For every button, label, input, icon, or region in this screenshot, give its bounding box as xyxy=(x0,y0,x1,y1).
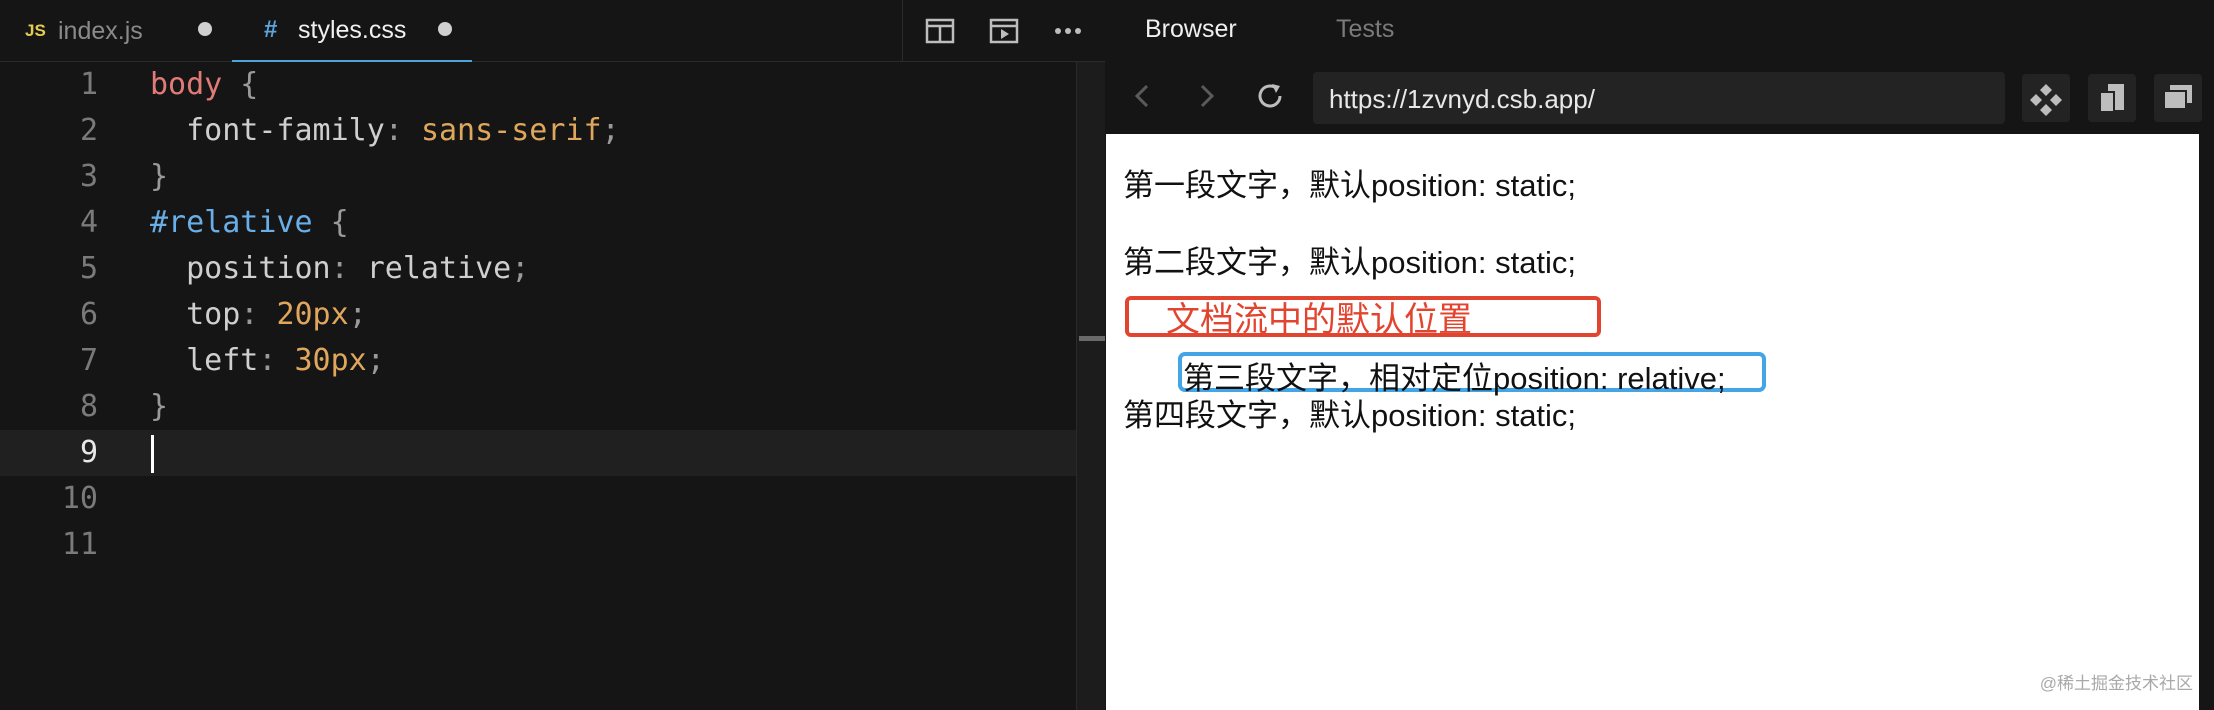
url-bar[interactable]: https://1zvnyd.csb.app/ xyxy=(1313,72,2005,124)
forward-icon[interactable] xyxy=(1188,78,1224,114)
refresh-icon[interactable] xyxy=(1252,78,1288,114)
code-text: } xyxy=(150,389,169,424)
browser-viewport: 第一段文字，默认position: static; 第二段文字，默认positi… xyxy=(1106,134,2199,710)
new-window-icon[interactable] xyxy=(2154,74,2202,122)
tab-browser[interactable]: Browser xyxy=(1145,15,1237,44)
code-line: 7 left: 30px; xyxy=(0,338,1076,384)
js-file-icon: JS xyxy=(25,21,46,40)
code-line: 8 } xyxy=(0,384,1076,430)
unsaved-dot-icon[interactable] xyxy=(438,22,452,36)
line-number: 2 xyxy=(79,113,98,148)
tab-tests[interactable]: Tests xyxy=(1336,15,1394,44)
code-line: 11 xyxy=(0,522,1076,568)
css-file-icon: # xyxy=(264,16,278,43)
text-cursor xyxy=(151,435,154,473)
divider xyxy=(902,0,903,62)
active-code-line[interactable]: 9 xyxy=(0,430,1076,476)
code-line: 3 } xyxy=(0,154,1076,200)
more-icon[interactable] xyxy=(1052,15,1084,47)
devtools-icon[interactable] xyxy=(2022,74,2070,122)
editor-tab-bar: JS index.js # styles.css xyxy=(0,0,1105,62)
code-text: left: 30px; xyxy=(150,343,385,378)
code-text: font-family: sans-serif; xyxy=(150,113,620,148)
code-line: 5 position: relative; xyxy=(0,246,1076,292)
line-number: 5 xyxy=(79,251,98,286)
split-view-icon[interactable] xyxy=(924,15,956,47)
copy-icon[interactable] xyxy=(2088,74,2136,122)
line-number: 11 xyxy=(61,527,98,562)
code-area[interactable]: 1 body { 2 font-family: sans-serif; 3 } … xyxy=(0,62,1105,710)
preview-icon[interactable] xyxy=(988,15,1020,47)
code-editor: JS index.js # styles.css 1 body {2 font… xyxy=(0,0,1106,710)
code-line: 4 #relative { xyxy=(0,200,1076,246)
code-text: #relative { xyxy=(150,205,349,240)
tab-label: styles.css xyxy=(298,15,407,44)
line-number: 8 xyxy=(79,389,98,424)
line-number: 4 xyxy=(79,205,98,240)
line-number: 9 xyxy=(79,435,98,470)
code-text: } xyxy=(150,159,169,194)
code-line: 10 xyxy=(0,476,1076,522)
tab-styles-css[interactable]: # styles.css xyxy=(232,0,472,62)
line-number: 7 xyxy=(79,343,98,378)
code-line: 2 font-family: sans-serif; xyxy=(0,108,1076,154)
paragraph-4: 第四段文字，默认position: static; xyxy=(1123,398,1577,433)
line-number: 3 xyxy=(79,159,98,194)
unsaved-dot-icon[interactable] xyxy=(198,22,212,36)
code-text: top: 20px; xyxy=(150,297,367,332)
tab-label: index.js xyxy=(58,16,143,45)
paragraph-1: 第一段文字，默认position: static; xyxy=(1123,168,1577,203)
code-line: 1 body { xyxy=(0,62,1076,108)
back-icon[interactable] xyxy=(1125,78,1161,114)
paragraph-2: 第二段文字，默认position: static; xyxy=(1123,245,1577,280)
line-number: 6 xyxy=(79,297,98,332)
code-text: body { xyxy=(150,67,259,102)
url-text: https://1zvnyd.csb.app/ xyxy=(1329,84,1595,114)
cursor-marker xyxy=(1079,336,1106,341)
line-number: 1 xyxy=(79,67,98,102)
tab-index-js[interactable]: JS index.js xyxy=(0,0,232,62)
code-line: 6 top: 20px; xyxy=(0,292,1076,338)
browser-toolbar: https://1zvnyd.csb.app/ xyxy=(1105,60,2214,132)
line-number: 10 xyxy=(61,481,98,516)
browser-tab-bar: Browser Tests xyxy=(1105,0,2214,60)
default-position-annotation: 文档流中的默认位置 xyxy=(1166,301,1472,339)
code-text: position: relative; xyxy=(150,251,530,286)
watermark: @稀土掘金技术社区 xyxy=(2039,674,2193,693)
editor-scrollbar[interactable] xyxy=(1076,62,1106,710)
